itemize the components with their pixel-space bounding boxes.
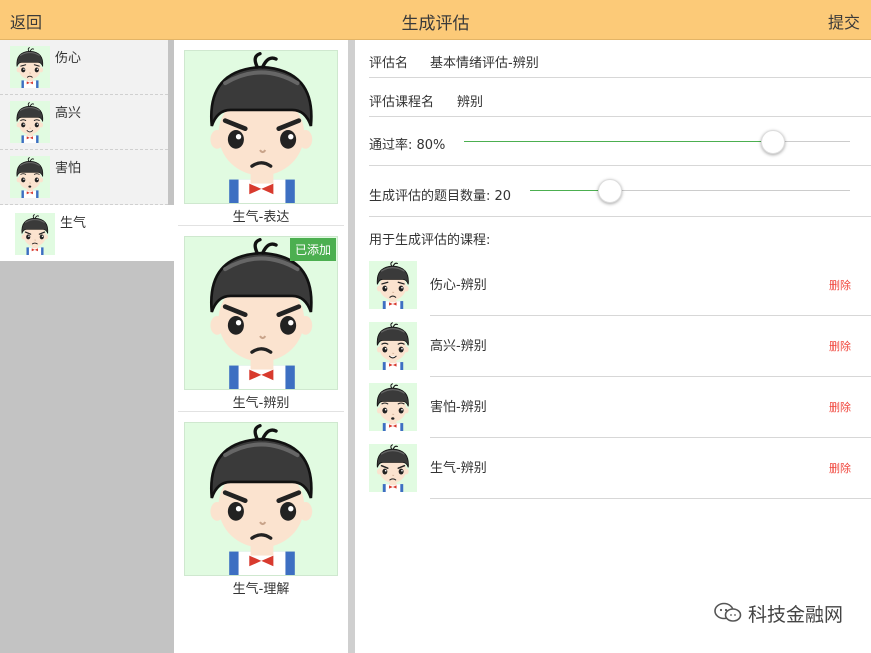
emotion-label: 生气 <box>60 216 87 231</box>
selected-course-item: 生气-辨别 删除 <box>369 438 871 499</box>
course-caption: 生气-辨别 <box>232 396 290 411</box>
boy-angry-illustration <box>185 51 337 203</box>
emotion-item-angry[interactable]: 生气 <box>0 205 174 261</box>
question-count-slider[interactable] <box>530 176 850 206</box>
selected-course-name: 害怕-辨别 <box>430 400 487 415</box>
pass-rate-row: 通过率: 80% <box>369 117 871 166</box>
course-list: 生气-表达 已添加 生气-辨别 生气-理解 <box>174 40 348 653</box>
assessment-form: 评估名 基本情绪评估-辨别 评估课程名 辨别 通过率: 80% 生成评估的题目数… <box>355 40 871 653</box>
row-divider <box>430 498 871 499</box>
submit-button[interactable]: 提交 <box>828 9 860 33</box>
boy-scared-avatar <box>369 383 417 433</box>
boy-sad-avatar <box>369 261 417 311</box>
emotion-label: 伤心 <box>55 51 82 66</box>
boy-angry-illustration <box>185 423 337 575</box>
course-image <box>184 422 338 576</box>
course-caption: 生气-理解 <box>232 582 290 597</box>
course-name-label: 评估课程名 <box>369 95 435 110</box>
added-badge: 已添加 <box>289 238 336 261</box>
course-card-express[interactable]: 生气-表达 <box>178 40 344 226</box>
emotion-list: 伤心 高兴 害怕 生气 <box>0 40 174 653</box>
boy-happy-avatar <box>10 101 50 144</box>
course-card-understand[interactable]: 生气-理解 <box>178 412 344 598</box>
watermark-text: 科技金融网 <box>747 604 843 626</box>
pass-rate-slider[interactable] <box>464 127 850 157</box>
delete-button[interactable]: 删除 <box>829 399 851 415</box>
pass-rate-label: 通过率: 80% <box>369 138 446 153</box>
chat-bubbles-icon <box>714 602 742 622</box>
slider-knob[interactable] <box>598 179 622 203</box>
boy-scared-avatar <box>10 156 50 199</box>
emotion-label: 高兴 <box>55 106 82 121</box>
emotion-item-happy[interactable]: 高兴 <box>0 95 168 150</box>
top-bar: 返回 生成评估 提交 <box>0 0 871 40</box>
question-count-label: 生成评估的题目数量: 20 <box>369 189 512 204</box>
assessment-name-field[interactable]: 基本情绪评估-辨别 <box>430 52 539 71</box>
page-title: 生成评估 <box>401 14 470 34</box>
selected-courses-title: 用于生成评估的课程: <box>369 233 491 248</box>
course-name-row[interactable]: 评估课程名 辨别 <box>369 78 871 117</box>
boy-sad-avatar <box>10 46 50 89</box>
course-name-field[interactable]: 辨别 <box>457 91 483 110</box>
column-divider <box>348 40 355 653</box>
assessment-name-label: 评估名 <box>369 56 409 71</box>
selected-course-name: 伤心-辨别 <box>430 278 487 293</box>
selected-course-name: 生气-辨别 <box>430 461 487 476</box>
slider-fill <box>464 141 773 142</box>
boy-angry-avatar <box>369 444 417 494</box>
selected-course-item: 高兴-辨别 删除 <box>369 316 871 377</box>
watermark: 科技金融网 <box>714 600 843 627</box>
selected-course-name: 高兴-辨别 <box>430 339 487 354</box>
delete-button[interactable]: 删除 <box>829 277 851 293</box>
course-card-identify[interactable]: 已添加 生气-辨别 <box>178 226 344 412</box>
delete-button[interactable]: 删除 <box>829 338 851 354</box>
emotion-item-sad[interactable]: 伤心 <box>0 40 168 95</box>
course-caption: 生气-表达 <box>232 210 290 225</box>
emotion-item-scared[interactable]: 害怕 <box>0 150 168 205</box>
delete-button[interactable]: 删除 <box>829 460 851 476</box>
selected-course-item: 害怕-辨别 删除 <box>369 377 871 438</box>
boy-angry-avatar <box>15 213 55 256</box>
selected-course-item: 伤心-辨别 删除 <box>369 255 871 316</box>
course-image: 已添加 <box>184 236 338 390</box>
boy-happy-avatar <box>369 322 417 372</box>
assessment-name-row[interactable]: 评估名 基本情绪评估-辨别 <box>369 40 871 78</box>
emotion-label: 害怕 <box>55 161 82 176</box>
course-image <box>184 50 338 204</box>
slider-knob[interactable] <box>760 130 785 154</box>
question-count-row: 生成评估的题目数量: 20 <box>369 166 871 217</box>
